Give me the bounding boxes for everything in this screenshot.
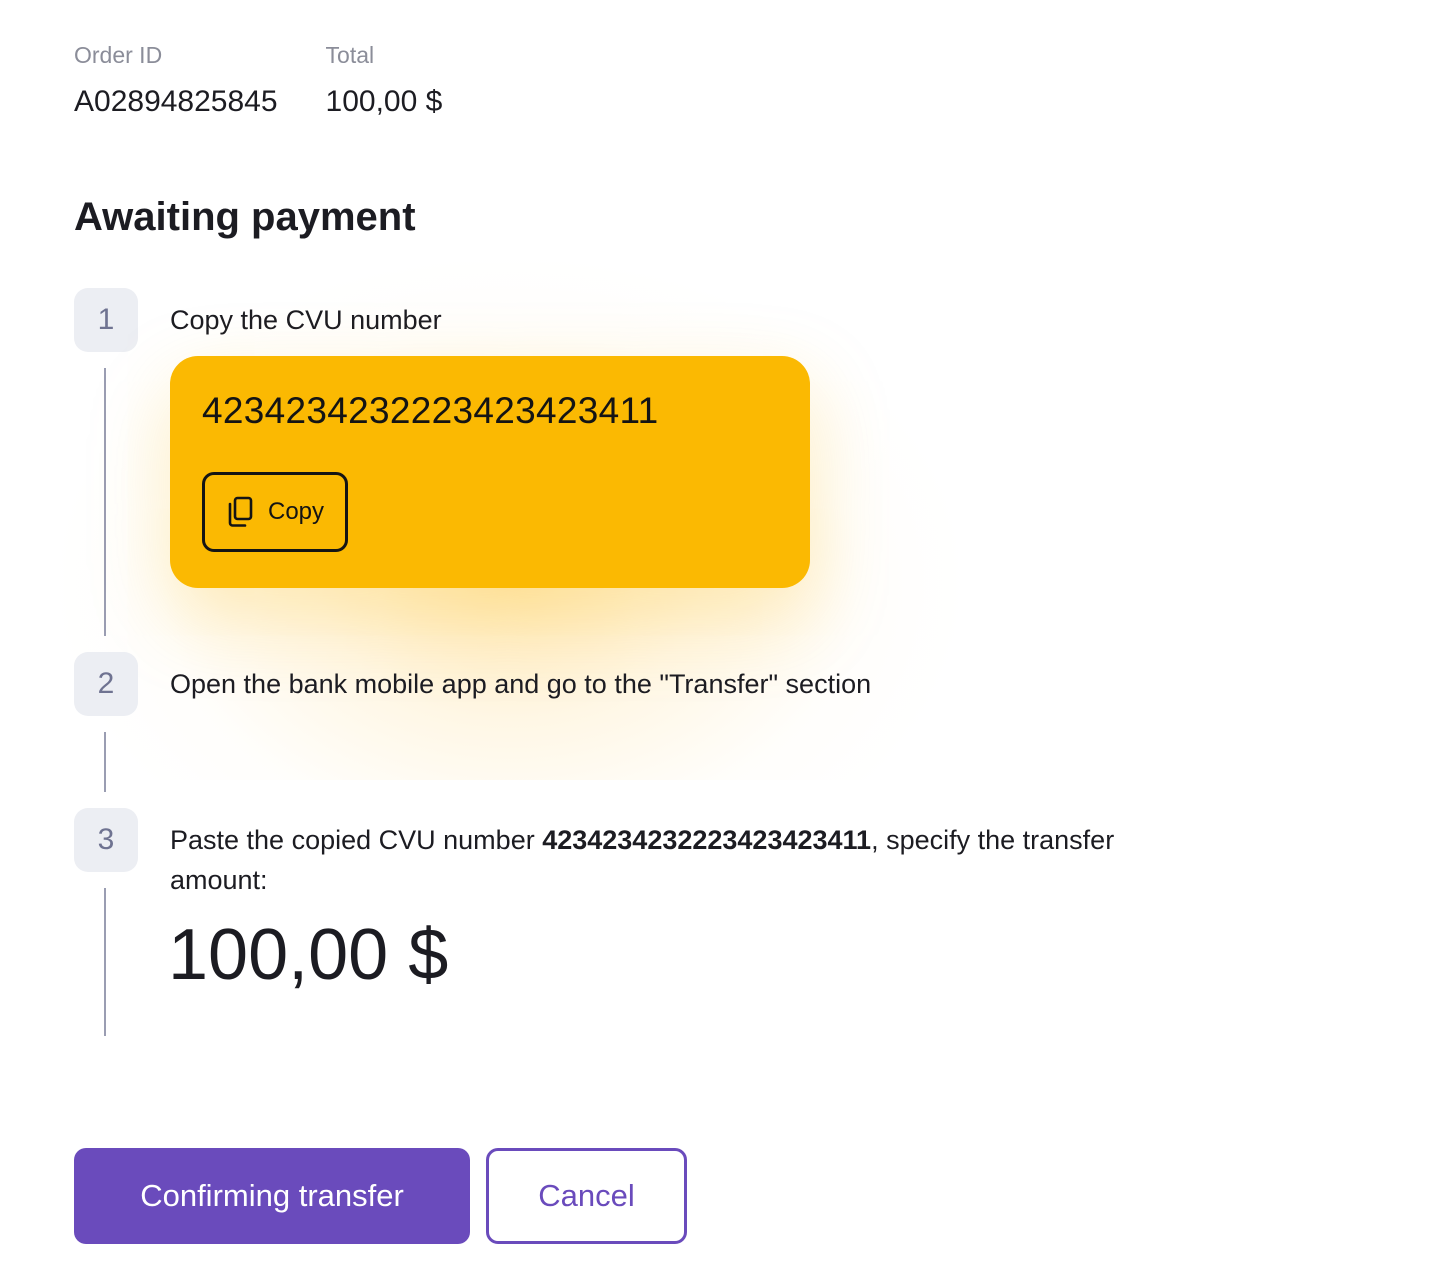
payment-page: Order ID A02894825845 Total 100,00 $ Awa… (0, 0, 1442, 1276)
total-label: Total (325, 42, 375, 68)
cvu-number: 4234234232223423423411 (202, 390, 659, 431)
order-id-label: Order ID (74, 42, 163, 68)
cancel-button[interactable]: Cancel (486, 1148, 687, 1244)
copy-button[interactable]: Copy (202, 472, 348, 552)
total-block: Total 100,00 $ (326, 40, 443, 120)
step-1-text: Copy the CVU number (170, 305, 442, 335)
step-3-cvu-number: 4234234232223423423411 (542, 825, 872, 855)
copy-icon (228, 496, 253, 527)
cvu-card: 4234234232223423423411 Copy (170, 356, 810, 588)
step-3-text: Paste the copied CVU number 423423423222… (170, 820, 1130, 900)
step-3-text-before: Paste the copied CVU number (170, 825, 543, 855)
order-summary: Order ID A02894825845 Total 100,00 $ (74, 40, 442, 120)
step-2-connector (104, 732, 106, 792)
transfer-amount: 100,00 $ (168, 915, 449, 995)
step-2-number: 2 (74, 652, 138, 716)
step-2-text: Open the bank mobile app and go to the "… (170, 669, 872, 699)
step-3-number: 3 (74, 808, 138, 872)
confirm-transfer-button[interactable]: Confirming transfer (74, 1148, 470, 1244)
copy-button-label: Copy (267, 498, 325, 525)
order-id-block: Order ID A02894825845 (74, 40, 278, 120)
step-1-connector (104, 368, 106, 636)
step-1-number: 1 (74, 288, 138, 352)
step-3-connector (104, 888, 106, 1036)
order-id-value: A02894825845 (74, 85, 278, 118)
total-value: 100,00 $ (325, 85, 443, 118)
page-title: Awaiting payment (74, 195, 416, 239)
